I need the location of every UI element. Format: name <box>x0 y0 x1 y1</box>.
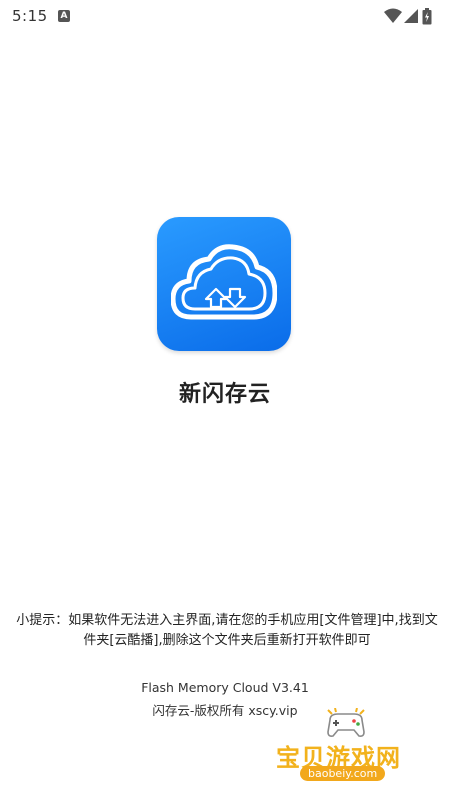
version-text: Flash Memory Cloud V3.41 <box>141 680 309 695</box>
watermark-url: baobeiy.com <box>300 766 386 781</box>
cloud-sync-icon <box>171 244 277 320</box>
status-icons <box>378 8 438 26</box>
status-time: 5:15 <box>12 7 48 25</box>
game-controller-icon <box>327 708 365 737</box>
notification-indicator: A <box>58 10 70 22</box>
signal-icon <box>404 9 418 23</box>
app-name: 新闪存云 <box>178 382 271 407</box>
wifi-icon <box>384 8 402 23</box>
app-logo-icon <box>157 217 291 351</box>
watermark: 宝贝游戏网 baobeiy.com <box>268 708 428 788</box>
tip-text: 小提示：如果软件无法进入主界面,请在您的手机应用[文件管理]中,找到文件夹[云酷… <box>16 613 438 648</box>
status-bar: 5:15 A <box>0 0 450 32</box>
battery-icon <box>422 8 432 25</box>
